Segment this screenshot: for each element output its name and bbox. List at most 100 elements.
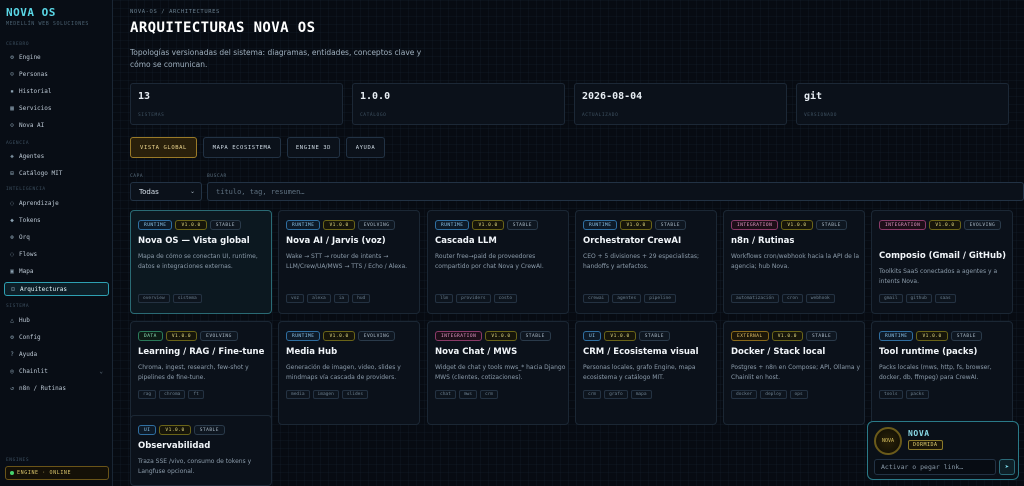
card-tags: llm providers costo — [435, 294, 518, 303]
card-title: Nova Chat / MWS — [435, 347, 518, 357]
sidebar-item-ayuda[interactable]: ? Ayuda — [4, 347, 109, 361]
nav-section-agencia: AGENCIA — [6, 141, 30, 146]
architecture-card[interactable]: RUNTIME V1.0.0 EVOLVING Nova AI / Jarvis (v… — [278, 210, 420, 314]
card-badges: DATA V1.0.0 EVOLVING — [138, 331, 268, 341]
tag-chip[interactable]: ia — [333, 294, 350, 303]
nova-avatar[interactable]: NOVA — [874, 427, 902, 455]
nova-chat-input[interactable] — [874, 459, 996, 475]
nav-section-engines: ENGINES — [6, 458, 30, 463]
sidebar-item-orq[interactable]: ⊛ Orq — [4, 230, 109, 244]
card-title: Cascada LLM — [435, 236, 497, 246]
sidebar-item-label: Config — [19, 333, 41, 341]
card-description: Chroma, ingest, research, few-shot y pip… — [138, 364, 249, 381]
tag-chip[interactable]: crm — [583, 390, 602, 399]
tag-chip[interactable]: tools — [879, 390, 903, 399]
tab-ayuda[interactable]: AYUDA — [346, 137, 385, 158]
sidebar-item-arquitecturas[interactable]: ⊡ Arquitecturas — [4, 282, 109, 296]
architecture-card[interactable]: RUNTIME V1.0.0 STABLE Tool runtime (packs) P… — [871, 321, 1013, 425]
tag-chip[interactable]: packs — [905, 390, 930, 399]
tag-chip[interactable]: cron — [781, 294, 803, 303]
architecture-card[interactable]: INTEGRATION V1.0.0 STABLE n8n / Rutinas Work… — [723, 210, 865, 314]
tag-chip[interactable]: media — [286, 390, 310, 399]
architecture-card[interactable]: RUNTIME V1.0.0 EVOLVING Media Hub Generación… — [278, 321, 420, 425]
tag-chip[interactable]: gmail — [879, 294, 903, 303]
card-title: n8n / Rutinas — [731, 236, 795, 246]
sidebar-item-historial[interactable]: ▪ Historial — [4, 84, 109, 98]
tag-chip[interactable]: crewai — [583, 294, 610, 303]
sidebar-item-chainlit[interactable]: ◎ Chainlit ⌄ — [4, 364, 109, 378]
send-icon[interactable]: ➤ — [999, 459, 1015, 475]
sidebar-item-flows[interactable]: ◌ Flows — [4, 247, 109, 261]
tag-chip[interactable]: grafo — [604, 390, 628, 399]
card-tags: crewai agentes pipeline — [583, 294, 676, 303]
status-badge: EVOLVING — [963, 220, 1002, 230]
tag-chip[interactable]: alexa — [307, 294, 331, 303]
architecture-card[interactable]: UI V1.0.0 STABLE Observabilidad Traza SSE /v… — [130, 415, 272, 486]
tag-chip[interactable]: mapa — [630, 390, 652, 399]
tab-engine-3d[interactable]: ENGINE 3D — [287, 137, 340, 158]
sidebar-item-agentes[interactable]: ◈ Agentes — [4, 149, 109, 163]
tag-chip[interactable]: hud — [352, 294, 371, 303]
tag-chip[interactable]: voz — [286, 294, 305, 303]
sidebar-item-tokens[interactable]: ◆ Tokens — [4, 213, 109, 227]
tag-chip[interactable]: ops — [789, 390, 808, 399]
tab-vista-global[interactable]: VISTA GLOBAL — [130, 137, 197, 158]
tag-chip[interactable]: pipeline — [644, 294, 676, 303]
tag-chip[interactable]: llm — [435, 294, 454, 303]
layer-select[interactable]: Todas ⌄ — [130, 182, 202, 201]
tag-chip[interactable]: overview — [138, 294, 170, 303]
architecture-card[interactable]: RUNTIME V1.0.0 STABLE Nova OS — Vista globa… — [130, 210, 272, 314]
tag-chip[interactable]: automatización — [731, 294, 779, 303]
architecture-card[interactable]: INTEGRATION V1.0.0 STABLE Nova Chat / MWS Wi… — [427, 321, 569, 425]
status-badge: STABLE — [519, 331, 551, 341]
tag-chip[interactable]: agentes — [612, 294, 642, 303]
sidebar-item-mapa[interactable]: ▣ Mapa — [4, 264, 109, 278]
architecture-card[interactable]: DATA V1.0.0 EVOLVING Learning / RAG / Fine-… — [130, 321, 272, 425]
layer-select-value: Todas — [139, 187, 159, 196]
tab-mapa-ecosistema[interactable]: MAPA ECOSISTEMA — [203, 137, 281, 158]
tag-chip[interactable]: docker — [731, 390, 758, 399]
sidebar-item-n8n-rutinas[interactable]: ↺ n8n / Rutinas — [4, 381, 109, 395]
architecture-card[interactable]: UI V1.0.0 STABLE CRM / Ecosistema visual Per… — [575, 321, 717, 425]
card-description: Router free→paid de proveedores comparti… — [435, 253, 544, 270]
architecture-card[interactable]: RUNTIME V1.0.0 STABLE Orchestrator CrewAI CE… — [575, 210, 717, 314]
engine-status[interactable]: ENGINE · ONLINE — [5, 466, 109, 480]
tag-chip[interactable]: deploy — [760, 390, 787, 399]
card-title: Media Hub — [286, 347, 338, 357]
sidebar-item-catálogo-mit[interactable]: ⊞ Catálogo MIT — [4, 166, 109, 180]
sidebar-item-aprendizaje[interactable]: ◌ Aprendizaje — [4, 196, 109, 210]
sidebar-item-config[interactable]: ⚙ Config — [4, 330, 109, 344]
tag-chip[interactable]: sistema — [172, 294, 202, 303]
tag-chip[interactable]: slides — [341, 390, 369, 399]
tag-chip[interactable]: chat — [435, 390, 456, 399]
tag-chip[interactable]: webhook — [805, 294, 835, 303]
architecture-card[interactable]: EXTERNAL V1.0.0 STABLE Docker / Stack local… — [723, 321, 865, 425]
tag-chip[interactable]: saas — [934, 294, 956, 303]
sidebar-item-label: Personas — [19, 70, 48, 78]
sidebar-item-engine[interactable]: ⚙ Engine — [4, 50, 109, 64]
card-title: Learning / RAG / Fine-tune — [138, 347, 265, 357]
card-badges: RUNTIME V1.0.0 STABLE — [879, 331, 1009, 341]
tag-chip[interactable]: chroma — [159, 390, 186, 399]
sidebar-item-servicios[interactable]: ▦ Servicios — [4, 101, 109, 115]
sidebar-item-personas[interactable]: ☺ Personas — [4, 67, 109, 81]
sidebar-item-nova-ai[interactable]: ⊙ Nova AI — [4, 118, 109, 132]
tag-chip[interactable]: imagen — [312, 390, 339, 399]
sidebar-item-hub[interactable]: △ Hub — [4, 313, 109, 327]
architecture-card[interactable]: INTEGRATION V1.0.0 EVOLVING Composio (Gmail… — [871, 210, 1013, 314]
tag-chip[interactable]: crm — [479, 390, 499, 399]
architecture-card[interactable]: RUNTIME V1.0.0 STABLE Cascada LLM Router fre… — [427, 210, 569, 314]
tag-chip[interactable]: mws — [458, 390, 477, 399]
type-badge: INTEGRATION — [435, 331, 483, 341]
breadcrumb[interactable]: NOVA-OS / ARCHITECTURES — [130, 9, 220, 15]
version-badge: V1.0.0 — [771, 331, 803, 341]
tag-chip[interactable]: providers — [456, 294, 491, 303]
status-badge: EVOLVING — [357, 220, 396, 230]
tag-chip[interactable]: ft — [188, 390, 204, 399]
tag-chip[interactable]: github — [905, 294, 932, 303]
tag-chip[interactable]: costo — [493, 294, 518, 303]
card-description: Mapa de cómo se conectan UI, runtime, da… — [138, 253, 258, 270]
tag-chip[interactable]: rag — [138, 390, 157, 399]
search-input[interactable] — [207, 182, 1024, 201]
sidebar-item-label: Catálogo MIT — [19, 169, 63, 177]
